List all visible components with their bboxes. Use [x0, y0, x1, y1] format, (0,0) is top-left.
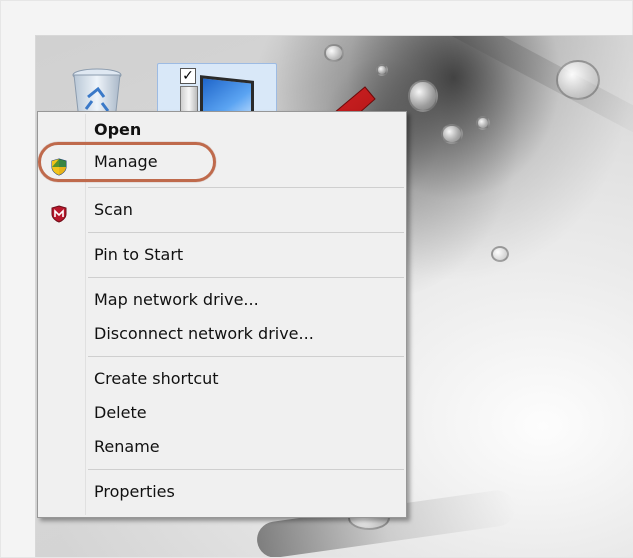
screenshot-frame: ✓ Open Manage Scan Pin to Start Map netw… — [0, 0, 633, 558]
water-drop — [441, 124, 463, 144]
water-drop — [376, 64, 388, 76]
menu-separator — [88, 356, 404, 357]
menu-item-label: Map network drive... — [94, 290, 259, 309]
menu-item-open[interactable]: Open — [38, 114, 406, 144]
menu-item-label: Properties — [94, 482, 175, 501]
menu-item-manage[interactable]: Manage — [38, 142, 406, 182]
menu-item-map-network-drive[interactable]: Map network drive... — [38, 283, 406, 317]
menu-item-label: Create shortcut — [94, 369, 219, 388]
menu-separator — [88, 277, 404, 278]
highlight-ellipse-annotation — [38, 142, 216, 182]
menu-item-create-shortcut[interactable]: Create shortcut — [38, 362, 406, 396]
menu-item-properties[interactable]: Properties — [38, 475, 406, 509]
water-drop — [556, 60, 600, 100]
water-drop — [324, 44, 344, 62]
menu-item-disconnect-network-drive[interactable]: Disconnect network drive... — [38, 317, 406, 351]
menu-item-pin-to-start[interactable]: Pin to Start — [38, 238, 406, 272]
menu-separator — [88, 232, 404, 233]
menu-item-delete[interactable]: Delete — [38, 396, 406, 430]
menu-separator — [88, 187, 404, 188]
water-drop — [408, 80, 438, 112]
mcafee-icon — [50, 201, 68, 223]
menu-item-label: Scan — [94, 200, 133, 219]
water-drop — [491, 246, 509, 262]
menu-item-label: Rename — [94, 437, 160, 456]
menu-item-label: Delete — [94, 403, 147, 422]
selection-checkbox[interactable]: ✓ — [180, 68, 196, 84]
menu-item-rename[interactable]: Rename — [38, 430, 406, 464]
menu-separator — [88, 469, 404, 470]
menu-item-scan[interactable]: Scan — [38, 193, 406, 227]
water-drop — [476, 116, 490, 130]
menu-item-label: Disconnect network drive... — [94, 324, 314, 343]
menu-item-label: Pin to Start — [94, 245, 184, 264]
context-menu: Open Manage Scan Pin to Start Map networ… — [37, 111, 407, 518]
